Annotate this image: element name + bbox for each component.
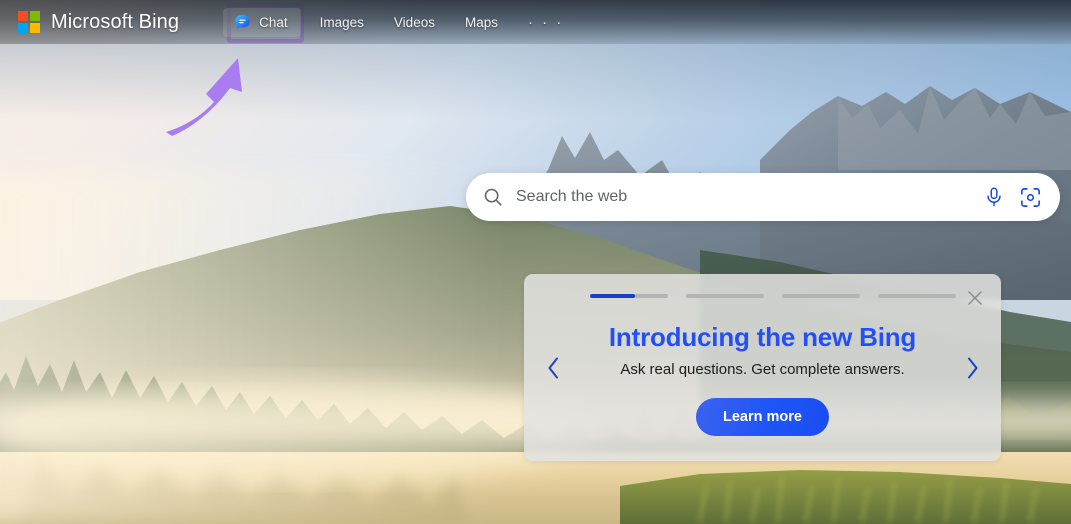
chat-bubble-icon [233, 13, 252, 32]
search-actions [983, 186, 1042, 209]
search-bar[interactable] [466, 173, 1060, 221]
microsoft-logo-icon [18, 11, 40, 33]
nav-item-videos[interactable]: Videos [379, 9, 450, 36]
more-ellipsis-icon[interactable]: · · · [513, 8, 579, 37]
nav-item-chat[interactable]: Chat [223, 7, 301, 37]
visual-search-camera-icon[interactable] [1019, 186, 1042, 209]
carousel-progress [590, 294, 956, 298]
progress-bar-2[interactable] [686, 294, 764, 298]
search-input[interactable] [516, 188, 983, 206]
progress-bar-3[interactable] [782, 294, 860, 298]
microphone-icon[interactable] [983, 186, 1005, 208]
learn-more-button[interactable]: Learn more [696, 398, 829, 436]
promo-card: Introducing the new Bing Ask real questi… [524, 274, 1001, 461]
brand-name: Microsoft Bing [51, 10, 180, 33]
brand-logo[interactable]: Microsoft Bing [18, 11, 179, 34]
progress-bar-1[interactable] [590, 294, 668, 298]
promo-title: Introducing the new Bing [608, 322, 917, 352]
nav-item-images[interactable]: Images [305, 9, 379, 36]
nav-item-maps[interactable]: Maps [450, 9, 513, 36]
bing-homepage: Microsoft Bing Chat Images Videos Maps ·… [0, 0, 1071, 524]
nav-item-chat-label: Chat [259, 14, 288, 30]
close-x-icon[interactable] [963, 286, 987, 310]
magnifier-icon [482, 186, 504, 208]
promo-content: Introducing the new Bing Ask real questi… [524, 322, 1001, 436]
primary-nav: Chat Images Videos Maps · · · [219, 7, 579, 37]
site-header: Microsoft Bing Chat Images Videos Maps ·… [0, 0, 1071, 44]
promo-subtitle: Ask real questions. Get complete answers… [620, 361, 905, 378]
progress-bar-4[interactable] [878, 294, 956, 298]
